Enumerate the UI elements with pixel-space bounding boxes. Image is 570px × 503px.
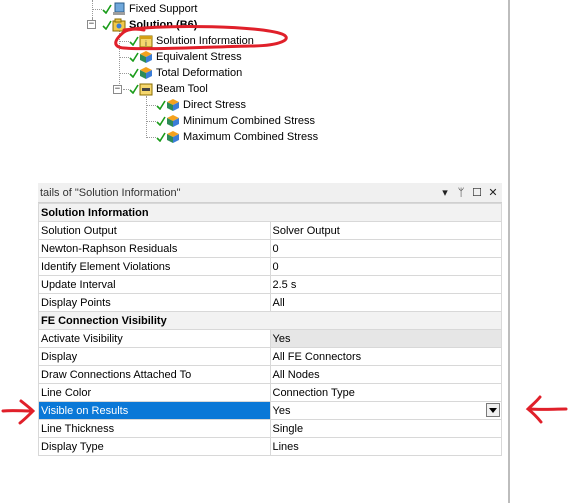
beam-tool-icon [139,82,153,96]
tree-item-label: Direct Stress [183,99,246,111]
group-title: Solution Information [38,203,502,222]
property-value[interactable]: Connection Type [269,383,502,402]
maximize-icon[interactable]: ☐ [470,186,484,200]
checkmark-icon [129,34,139,48]
chevron-down-icon[interactable] [486,403,500,417]
tree-item-equivalent-stress[interactable]: Equivalent Stress [129,49,242,65]
information-icon: i [139,34,153,48]
tree-item-label: Solution (B6) [129,19,198,31]
property-row[interactable]: Display All FE Connectors [38,347,502,366]
tree-item-total-deformation[interactable]: Total Deformation [129,65,242,81]
property-row[interactable]: Display Points All [38,293,502,312]
property-value[interactable]: Single [269,419,502,438]
property-key: Visible on Results [38,401,271,420]
property-row[interactable]: Display Type Lines [38,437,502,456]
panel-menu-icon[interactable]: ▾ [438,186,452,200]
annotation-arrow-right [1,399,36,425]
checkmark-icon [129,66,139,80]
property-key: Display Points [38,293,271,312]
checkmark-icon [129,82,139,96]
tree-item-solution-information[interactable]: i Solution Information [129,33,254,49]
property-row-selected[interactable]: Visible on Results Yes [38,401,502,420]
checkmark-icon [102,18,112,32]
tree-item-beam-tool[interactable]: Beam Tool [129,81,208,97]
property-value[interactable]: 0 [269,257,502,276]
result-cube-icon [166,114,180,128]
property-row[interactable]: Activate Visibility Yes [38,329,502,348]
property-value[interactable]: 2.5 s [269,275,502,294]
property-value[interactable]: All [269,293,502,312]
group-title: FE Connection Visibility [38,311,502,330]
tree-item-label: Fixed Support [129,3,198,15]
tree-item-label: Solution Information [156,35,254,47]
fixed-support-icon [112,2,126,16]
tree-item-label: Total Deformation [156,67,243,79]
svg-text:i: i [145,40,147,48]
dropdown-value: Yes [272,404,291,417]
close-icon[interactable]: ✕ [486,186,500,200]
collapse-icon[interactable]: − [87,20,96,29]
result-cube-icon [166,98,180,112]
property-value[interactable]: Yes [269,329,502,348]
result-cube-icon [166,130,180,144]
pane-divider[interactable] [508,0,510,503]
checkmark-icon [156,114,166,128]
tree-item-fixed-support[interactable]: Fixed Support [102,1,197,17]
property-value[interactable]: 0 [269,239,502,258]
tree-item-label: Maximum Combined Stress [183,131,319,143]
property-row[interactable]: Line Color Connection Type [38,383,502,402]
property-row[interactable]: Line Thickness Single [38,419,502,438]
property-key: Newton-Raphson Residuals [38,239,271,258]
property-value[interactable]: All FE Connectors [269,347,502,366]
property-key: Draw Connections Attached To [38,365,271,384]
property-key: Activate Visibility [38,329,271,348]
tree-item-direct-stress[interactable]: Direct Stress [156,97,246,113]
tree-item-minimum-combined-stress[interactable]: Minimum Combined Stress [156,113,315,129]
property-row[interactable]: Update Interval 2.5 s [38,275,502,294]
tree-item-solution[interactable]: Solution (B6) [102,17,197,33]
property-dropdown[interactable]: Yes [269,401,502,420]
tree-item-label: Equivalent Stress [156,51,242,63]
property-key: Solution Output [38,221,271,240]
result-cube-icon [139,66,153,80]
pin-icon[interactable]: ᛘ [454,186,468,200]
property-key: Display Type [38,437,271,456]
property-value[interactable]: Solver Output [269,221,502,240]
group-header[interactable]: FE Connection Visibility [38,311,502,330]
checkmark-icon [156,98,166,112]
tree-item-label: Minimum Combined Stress [183,115,316,127]
tree-item-maximum-combined-stress[interactable]: Maximum Combined Stress [156,129,318,145]
details-panel: tails of "Solution Information" ▾ ᛘ ☐ ✕ … [38,183,502,457]
property-key: Line Color [38,383,271,402]
property-row[interactable]: Draw Connections Attached To All Nodes [38,365,502,384]
details-panel-title: tails of "Solution Information" [40,186,181,199]
collapse-icon[interactable]: − [113,85,122,94]
details-grid: Solution Information Solution Output Sol… [38,203,502,456]
property-row[interactable]: Identify Element Violations 0 [38,257,502,276]
property-value[interactable]: All Nodes [269,365,502,384]
checkmark-icon [102,2,112,16]
property-key: Display [38,347,271,366]
property-value[interactable]: Lines [269,437,502,456]
property-key: Identify Element Violations [38,257,271,276]
checkmark-icon [129,50,139,64]
property-key: Update Interval [38,275,271,294]
details-panel-header: tails of "Solution Information" ▾ ᛘ ☐ ✕ [38,183,502,203]
project-tree: Fixed Support − Solution (B6) i Solution… [0,0,510,180]
group-header[interactable]: Solution Information [38,203,502,222]
checkmark-icon [156,130,166,144]
result-cube-icon [139,50,153,64]
property-row[interactable]: Newton-Raphson Residuals 0 [38,239,502,258]
property-key: Line Thickness [38,419,271,438]
property-row[interactable]: Solution Output Solver Output [38,221,502,240]
solution-icon [112,18,126,32]
annotation-arrow-left [525,395,568,424]
tree-item-label: Beam Tool [156,83,208,95]
